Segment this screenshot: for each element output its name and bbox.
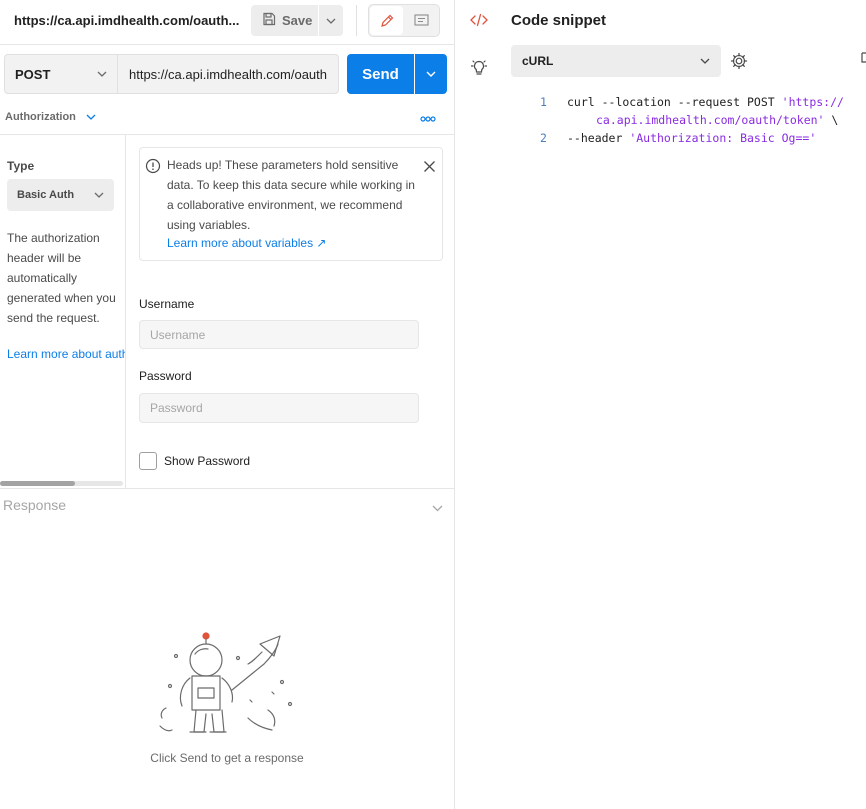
gear-icon[interactable] — [730, 52, 748, 73]
comment-icon — [414, 13, 429, 26]
code-string: ca.api.imdhealth.com/oauth/token' — [596, 113, 825, 127]
code-text: --header — [567, 131, 630, 145]
code-string: 'Authorization: Basic Og==' — [629, 131, 817, 145]
auth-type-value: Basic Auth — [17, 189, 75, 201]
close-icon[interactable] — [423, 160, 436, 176]
chevron-down-icon — [97, 71, 107, 77]
request-title[interactable]: https://ca.api.imdhealth.com/oauth... — [14, 13, 239, 28]
header-divider — [0, 44, 454, 45]
more-options-icon[interactable] — [420, 110, 436, 126]
tabs-divider — [0, 134, 454, 135]
learn-more-variables-link[interactable]: Learn more about variables ↗ — [167, 236, 326, 250]
code-line-wrap[interactable]: ca.api.imdhealth.com/oauth/token' \ — [596, 111, 838, 129]
code-icon[interactable] — [470, 13, 488, 30]
auth-type-label: Type — [7, 159, 35, 173]
lightbulb-icon[interactable] — [470, 59, 488, 80]
password-field[interactable] — [139, 393, 419, 423]
url-input[interactable]: https://ca.api.imdhealth.com/oauth — [118, 54, 339, 94]
code-text: \ — [824, 113, 839, 127]
response-label: Response — [3, 497, 67, 513]
method-value: POST — [15, 66, 51, 82]
edit-mode-button[interactable] — [370, 6, 403, 35]
send-button[interactable]: Send — [347, 54, 414, 94]
auth-description: The authorization header will be automat… — [7, 231, 116, 325]
pane-divider[interactable] — [454, 0, 455, 809]
copy-icon[interactable] — [861, 52, 866, 69]
method-select[interactable]: POST — [4, 54, 118, 94]
send-options-button[interactable] — [415, 54, 447, 94]
empty-response-caption: Click Send to get a response — [150, 751, 304, 765]
password-label: Password — [139, 369, 192, 383]
comment-mode-button[interactable] — [405, 6, 438, 35]
learn-more-auth-link[interactable]: Learn more about authorization — [7, 347, 125, 361]
show-password-label: Show Password — [164, 454, 251, 468]
chevron-down-icon — [700, 58, 710, 64]
response-divider — [0, 488, 454, 489]
auth-type-select[interactable]: Basic Auth — [7, 179, 114, 211]
save-icon — [262, 12, 276, 29]
toolbar-separator — [356, 5, 357, 36]
username-field[interactable] — [139, 320, 419, 349]
chevron-down-icon — [326, 18, 336, 24]
horizontal-scrollbar[interactable] — [0, 481, 75, 486]
chevron-down-icon[interactable] — [432, 500, 443, 515]
save-button[interactable]: Save — [251, 5, 318, 36]
tab-label: Authorization — [5, 111, 76, 123]
username-label: Username — [139, 297, 195, 311]
alert-message: Heads up! These parameters hold sensitiv… — [167, 158, 415, 232]
language-value: cURL — [522, 54, 554, 68]
show-password-checkbox[interactable] — [139, 452, 157, 470]
column-divider — [125, 134, 126, 488]
code-line[interactable]: curl --location --request POST 'https:// — [567, 93, 844, 111]
panel-title: Code snippet — [511, 12, 607, 29]
language-select[interactable]: cURL — [511, 45, 721, 77]
chevron-down-icon — [94, 192, 104, 198]
save-options-button[interactable] — [319, 5, 343, 36]
code-string: 'https:// — [781, 95, 844, 109]
line-number: 2 — [540, 131, 547, 145]
astronaut-illustration — [150, 630, 300, 748]
pencil-icon — [380, 14, 393, 27]
info-icon — [145, 158, 161, 177]
line-number: 1 — [540, 95, 547, 109]
code-text: curl --location --request POST — [567, 95, 782, 109]
tab-authorization[interactable]: Authorization — [5, 111, 96, 123]
chevron-down-icon — [426, 71, 436, 77]
save-label: Save — [282, 13, 313, 28]
chevron-down-icon — [86, 114, 96, 120]
code-line[interactable]: --header 'Authorization: Basic Og==' — [567, 129, 816, 147]
